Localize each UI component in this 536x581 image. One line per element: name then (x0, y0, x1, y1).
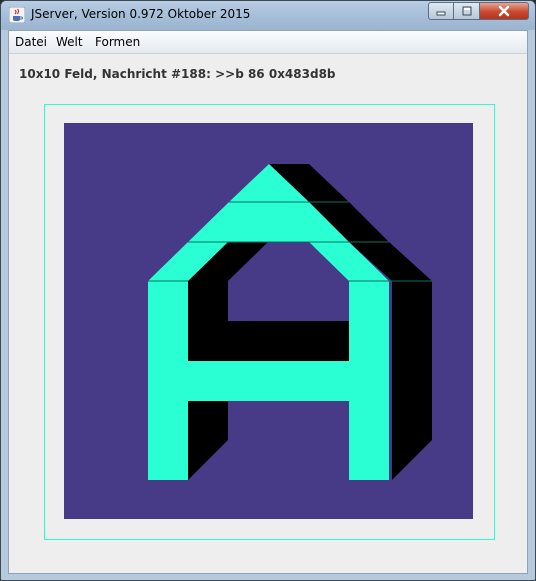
minimize-icon (436, 11, 446, 16)
menu-bar: Datei Welt Formen (9, 31, 527, 54)
maximize-button[interactable] (454, 2, 480, 20)
board-canvas[interactable] (64, 123, 473, 519)
client-area: Datei Welt Formen 10x10 Feld, Nachricht … (8, 30, 528, 574)
maximize-icon (462, 6, 471, 16)
close-button[interactable] (480, 2, 529, 20)
minimize-button[interactable] (428, 2, 454, 20)
menu-formen[interactable]: Formen (95, 35, 140, 49)
menu-datei[interactable]: Datei (15, 35, 47, 49)
menu-welt[interactable]: Welt (56, 35, 83, 49)
status-message: 10x10 Feld, Nachricht #188: >>b 86 0x483… (19, 67, 336, 81)
title-bar[interactable]: JServer, Version 0.972 Oktober 2015 (1, 1, 535, 30)
window-title: JServer, Version 0.972 Oktober 2015 (31, 7, 251, 21)
java-cup-icon[interactable] (8, 6, 26, 24)
application-window: JServer, Version 0.972 Oktober 2015 Date… (0, 0, 536, 581)
close-icon (498, 5, 510, 17)
